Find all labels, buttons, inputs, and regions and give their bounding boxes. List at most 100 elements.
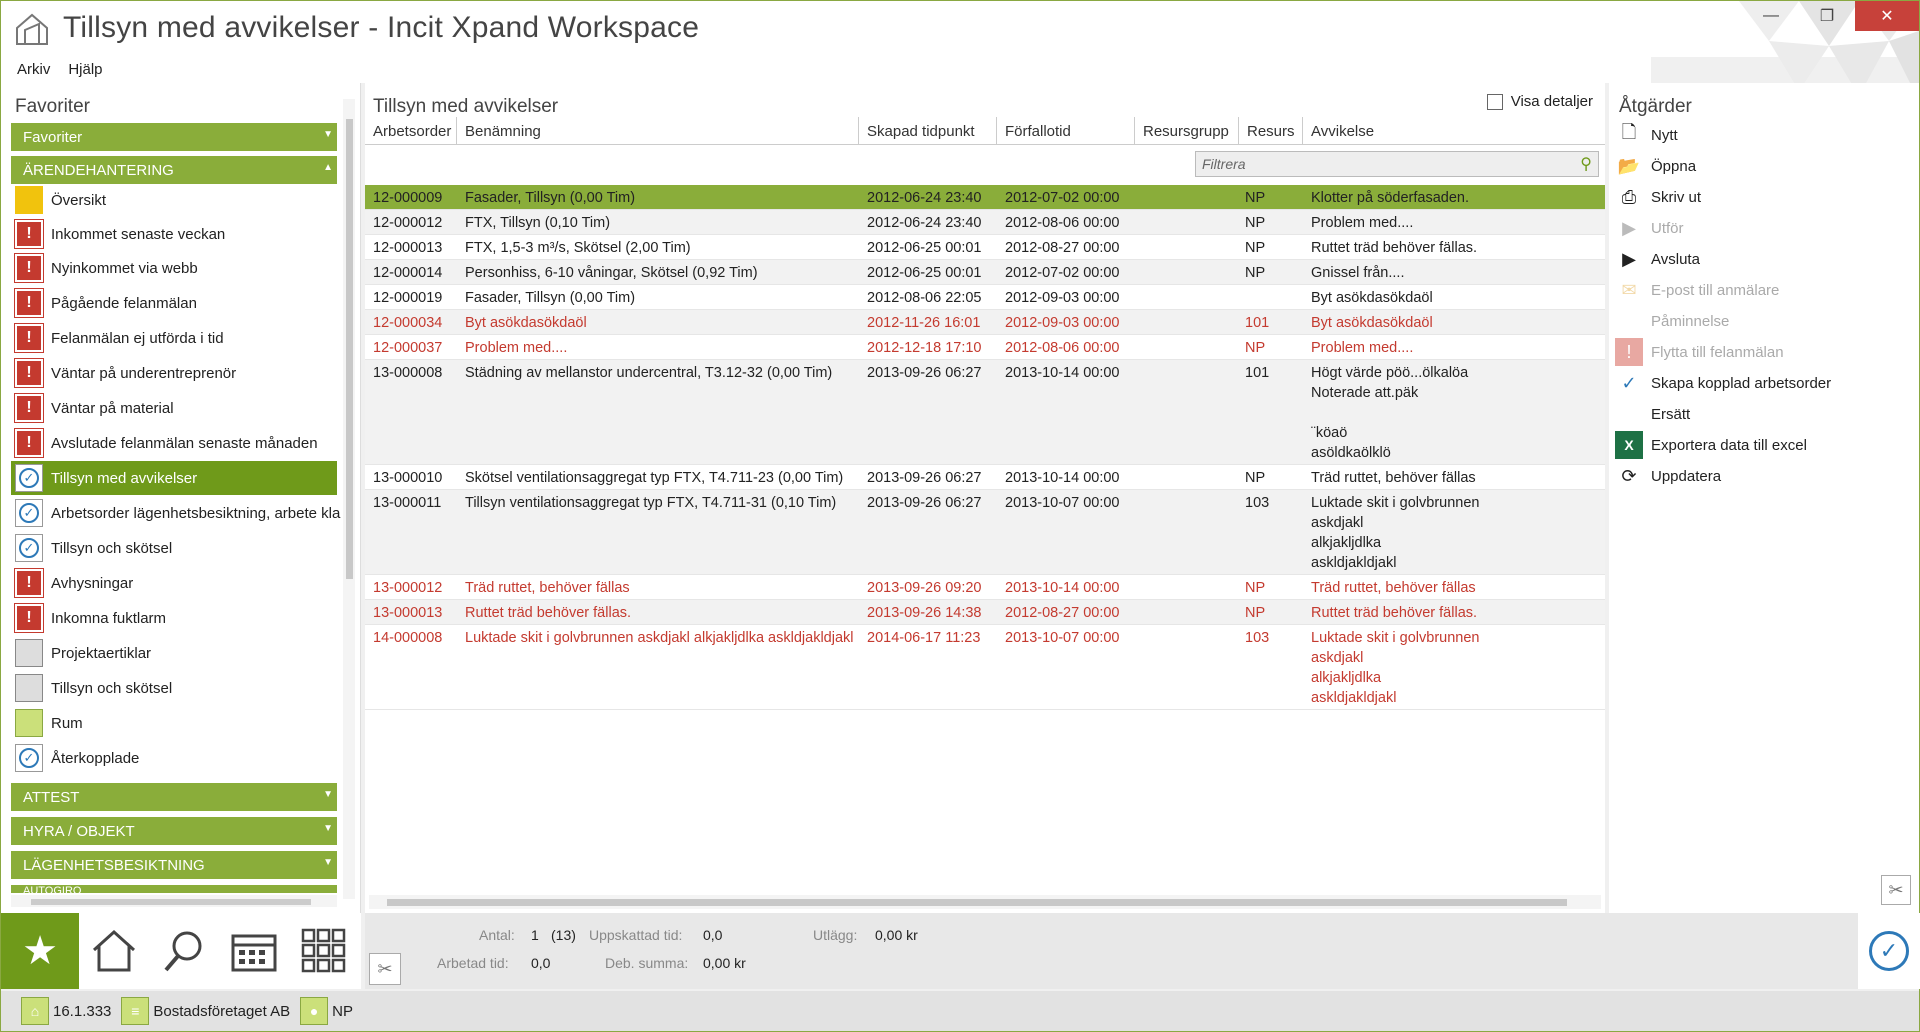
fav-item-projektaertiklar[interactable]: Projektaertiklar xyxy=(15,636,341,670)
table-row[interactable]: 12-000037 Problem med.... 2012-12-18 17:10… xyxy=(365,335,1605,360)
tools-icon[interactable]: ✂ xyxy=(1881,875,1911,905)
column-benamning[interactable]: Benämning xyxy=(457,117,859,145)
table-row[interactable]: 13-000008 Städning av mellanstor undercen… xyxy=(365,360,1605,465)
fav-item-avhysningar[interactable]: ! Avhysningar xyxy=(15,566,341,600)
list-horizontal-scrollbar[interactable] xyxy=(369,895,1601,909)
maximize-button[interactable]: ❐ xyxy=(1799,1,1855,31)
fav-item-inkommet[interactable]: ! Inkommet senaste veckan xyxy=(15,217,341,251)
fav-item-material[interactable]: ! Väntar på material xyxy=(15,391,341,425)
table-row[interactable]: 12-000019 Fasader, Tillsyn (0,00 Tim) 2012… xyxy=(365,285,1605,310)
table-row[interactable]: 12-000012 FTX, Tillsyn (0,10 Tim) 2012-06-… xyxy=(365,210,1605,235)
group-hyra-objekt[interactable]: HYRA / OBJEKT ▼ xyxy=(11,817,337,845)
fav-item-ej-utforda[interactable]: ! Felanmälan ej utförda i tid xyxy=(15,321,341,355)
fav-item-label: Återkopplade xyxy=(51,749,140,767)
cell-created: 2013-09-26 06:27 xyxy=(867,470,982,486)
fav-item-arbetsorder-besiktning[interactable]: ✓ Arbetsorder lägenhetsbesiktning, arbete… xyxy=(15,496,341,530)
action-10[interactable]: X Exportera data till excel xyxy=(1615,429,1905,461)
table-row[interactable]: 13-000011 Tillsyn ventilationsaggregat ty… xyxy=(365,490,1605,575)
arbetad-label: Arbetad tid: xyxy=(437,955,509,971)
action-7[interactable]: ! Flytta till felanmälan xyxy=(1615,336,1905,368)
action-5[interactable]: ✉ E-post till anmälare xyxy=(1615,274,1905,306)
action-label: E-post till anmälare xyxy=(1651,281,1780,299)
tools-icon[interactable]: ✂ xyxy=(369,953,401,985)
fav-item-tillsyn-avvikelser[interactable]: ✓ Tillsyn med avvikelser xyxy=(11,461,337,495)
home-icon[interactable] xyxy=(79,913,149,989)
favorites-star-icon[interactable]: ★ xyxy=(1,913,79,989)
fav-item-pagaende[interactable]: ! Pågående felanmälan xyxy=(15,286,341,320)
antal-label: Antal: xyxy=(479,927,515,943)
chevron-down-icon: ▼ xyxy=(323,129,333,140)
status-company[interactable]: ≡ Bostadsföretaget AB xyxy=(121,997,290,1025)
table-row[interactable]: 13-000013 Ruttet träd behöver fällas. 2013… xyxy=(365,600,1605,625)
group-attest[interactable]: ATTEST ▼ xyxy=(11,783,337,811)
window-title: Tillsyn med avvikelser - Incit Xpand Wor… xyxy=(63,11,700,44)
approve-check-icon[interactable]: ✓ xyxy=(1858,913,1920,989)
column-forfallotid[interactable]: Förfallotid xyxy=(997,117,1135,145)
action-11[interactable]: ⟳ Uppdatera xyxy=(1615,460,1905,492)
deb-value: 0,00 kr xyxy=(703,955,746,971)
column-resursgrupp[interactable]: Resursgrupp xyxy=(1135,117,1239,145)
uppskattad-label: Uppskattad tid: xyxy=(589,927,683,943)
fav-item-tillsyn-skotsel-2[interactable]: Tillsyn och skötsel xyxy=(15,671,341,705)
check-icon: ✓ xyxy=(1621,372,1637,393)
column-resurs[interactable]: Resurs xyxy=(1239,117,1303,145)
cell-order: 14-000008 xyxy=(373,630,443,646)
status-user[interactable]: ● NP xyxy=(300,997,353,1025)
fav-item-underentreprenor[interactable]: ! Väntar på underentreprenör xyxy=(15,356,341,390)
group-favoriter[interactable]: Favoriter ▼ xyxy=(11,123,337,151)
column-arbetsorder[interactable]: Arbetsorder xyxy=(365,117,457,145)
search-icon[interactable] xyxy=(149,913,219,989)
action-3[interactable]: ▶ Utför xyxy=(1615,212,1905,244)
fav-item-label: Arbetsorder lägenhetsbesiktning, arbete … xyxy=(51,504,341,522)
search-icon[interactable]: ⚲ xyxy=(1580,154,1592,174)
uppskattad-value: 0,0 xyxy=(703,927,723,943)
group-lagenhetsbesiktning[interactable]: LÄGENHETSBESIKTNING ▼ xyxy=(11,851,337,879)
favorites-horizontal-scrollbar[interactable] xyxy=(11,895,337,907)
table-row[interactable]: 13-000010 Skötsel ventilationsaggregat ty… xyxy=(365,465,1605,490)
close-button[interactable]: ✕ xyxy=(1855,1,1919,31)
scrollbar-thumb[interactable] xyxy=(346,119,353,579)
scrollbar-thumb[interactable] xyxy=(387,899,1567,906)
fav-item-nyinkommet[interactable]: ! Nyinkommet via webb xyxy=(15,251,341,285)
check-icon: ✓ xyxy=(15,534,43,562)
action-1[interactable]: 📂 Öppna xyxy=(1615,150,1905,182)
fav-item-rum[interactable]: Rum xyxy=(15,706,341,740)
status-bar: ⌂ 16.1.333 ≡ Bostadsföretaget AB ● NP xyxy=(1,991,1919,1031)
fav-item-avslutade[interactable]: ! Avslutade felanmälan senaste månaden xyxy=(15,426,341,460)
show-details-toggle[interactable]: Visa detaljer xyxy=(1486,93,1593,110)
fav-item-oversikt[interactable]: Översikt xyxy=(15,183,341,217)
group-autogiro[interactable]: AUTOGIRO xyxy=(11,885,337,893)
grid-apps-icon[interactable] xyxy=(289,913,359,989)
action-4[interactable]: ▶ Avsluta xyxy=(1615,243,1905,275)
menu-hjalp[interactable]: Hjälp xyxy=(60,57,112,83)
show-details-checkbox[interactable] xyxy=(1486,93,1503,110)
scrollbar-thumb[interactable] xyxy=(31,899,311,905)
cell-name: Fasader, Tillsyn (0,00 Tim) xyxy=(465,190,636,206)
cell-order: 12-000019 xyxy=(373,290,443,306)
cell-deviation: Högt värde pöö...ölkalöa Noterade att.pä… xyxy=(1311,365,1469,461)
action-8[interactable]: ✓ Skapa kopplad arbetsorder xyxy=(1615,367,1905,399)
table-row[interactable]: 12-000009 Fasader, Tillsyn (0,00 Tim) 2012… xyxy=(365,185,1605,210)
action-2[interactable]: ⎙ Skriv ut xyxy=(1615,181,1905,213)
table-row[interactable]: 12-000034 Byt asökdasökdaöl 2012-11-26 16:… xyxy=(365,310,1605,335)
table-row[interactable]: 13-000012 Träd ruttet, behöver fällas 2013… xyxy=(365,575,1605,600)
filter-input[interactable]: Filtrera ⚲ xyxy=(1195,151,1599,177)
group-arendehantering[interactable]: ÄRENDEHANTERING ▲ xyxy=(11,156,337,184)
column-skapad[interactable]: Skapad tidpunkt xyxy=(859,117,997,145)
column-avvikelse[interactable]: Avvikelse xyxy=(1303,117,1605,145)
table-row[interactable]: 14-000008 Luktade skit i golvbrunnen askd… xyxy=(365,625,1605,710)
fav-item-aterkopplade[interactable]: ✓ Återkopplade xyxy=(15,741,341,775)
menu-arkiv[interactable]: Arkiv xyxy=(1,57,60,83)
action-0[interactable]: 🗋 Nytt xyxy=(1615,119,1905,151)
cell-deviation: Träd ruttet, behöver fällas xyxy=(1311,580,1476,596)
action-9[interactable]: Ersätt xyxy=(1615,398,1905,430)
minimize-button[interactable]: — xyxy=(1743,1,1799,31)
fav-item-tillsyn-skotsel[interactable]: ✓ Tillsyn och skötsel xyxy=(15,531,341,565)
fav-item-fuktlarm[interactable]: ! Inkomna fuktlarm xyxy=(15,601,341,635)
action-6[interactable]: Påminnelse xyxy=(1615,305,1905,337)
table-row[interactable]: 12-000014 Personhiss, 6-10 våningar, Sköt… xyxy=(365,260,1605,285)
table-row[interactable]: 12-000013 FTX, 1,5-3 m³/s, Skötsel (2,00 … xyxy=(365,235,1605,260)
cell-created: 2012-11-26 16:01 xyxy=(867,315,981,331)
favorites-vertical-scrollbar[interactable] xyxy=(343,99,355,899)
calendar-icon[interactable] xyxy=(219,913,289,989)
